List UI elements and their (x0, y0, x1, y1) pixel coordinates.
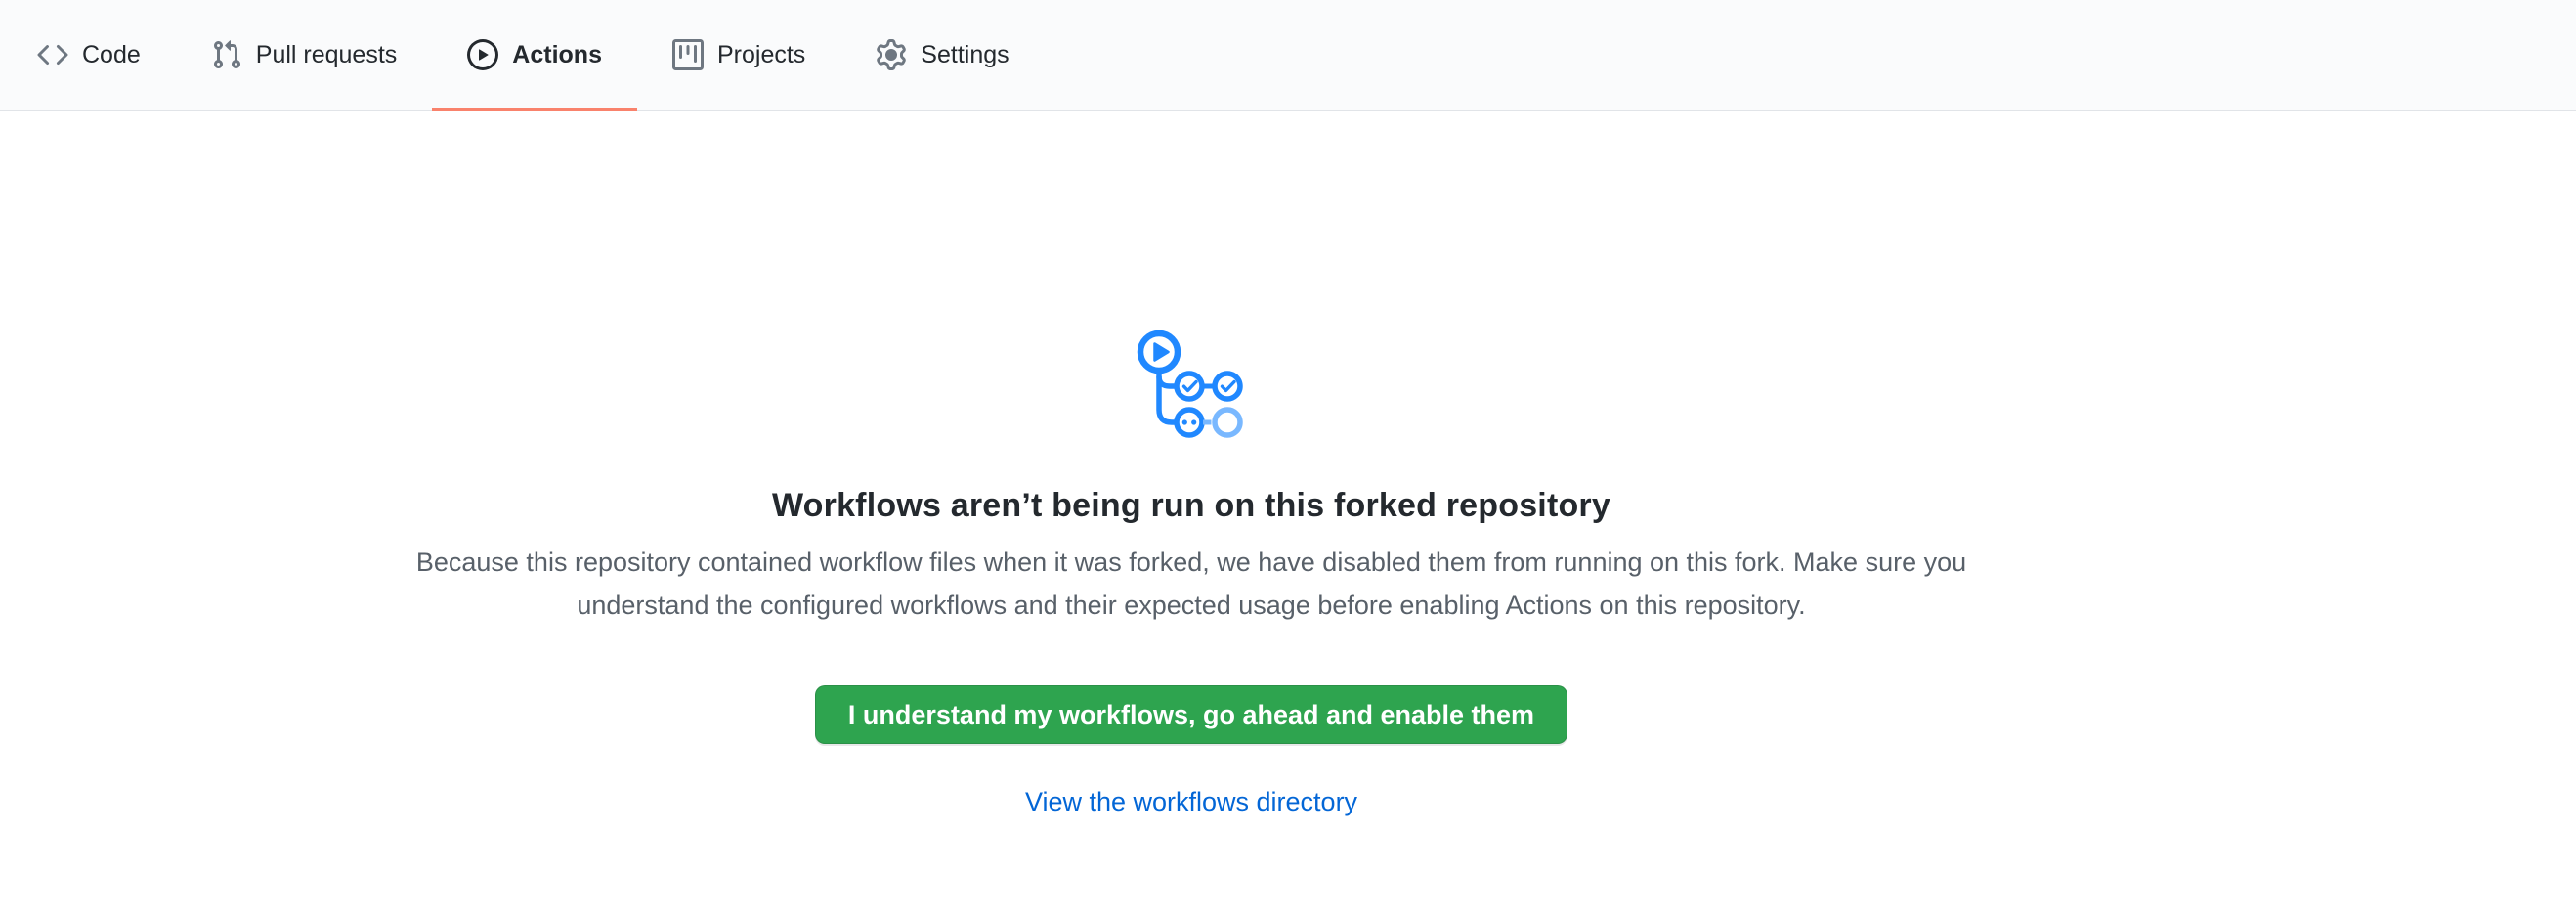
tab-label: Code (82, 43, 141, 67)
tab-label: Actions (512, 43, 602, 67)
tab-label: Pull requests (256, 43, 398, 67)
tab-actions[interactable]: Actions (432, 0, 637, 110)
git-pull-request-icon (211, 39, 242, 70)
repo-nav: Code Pull requests Actions Projects Sett… (0, 0, 2576, 111)
view-workflows-directory-link[interactable]: View the workflows directory (1025, 787, 1357, 816)
tab-label: Projects (717, 43, 805, 67)
page-title: Workflows aren’t being run on this forke… (0, 487, 2383, 525)
gear-icon (876, 39, 907, 70)
tab-label: Settings (921, 43, 1009, 67)
enable-workflows-button[interactable]: I understand my workflows, go ahead and … (815, 685, 1567, 744)
play-circle-icon (467, 39, 498, 70)
actions-disabled-page: Workflows aren’t being run on this forke… (0, 111, 2576, 817)
workflow-graph-icon (1137, 330, 1246, 439)
tab-projects[interactable]: Projects (637, 0, 840, 110)
tab-pull-requests[interactable]: Pull requests (176, 0, 433, 110)
tab-settings[interactable]: Settings (840, 0, 1044, 110)
tab-code[interactable]: Code (2, 0, 176, 110)
code-icon (37, 39, 68, 70)
project-board-icon (672, 39, 704, 70)
blankslate-description: Because this repository contained workfl… (400, 541, 1983, 627)
blankslate: Workflows aren’t being run on this forke… (0, 111, 2383, 817)
